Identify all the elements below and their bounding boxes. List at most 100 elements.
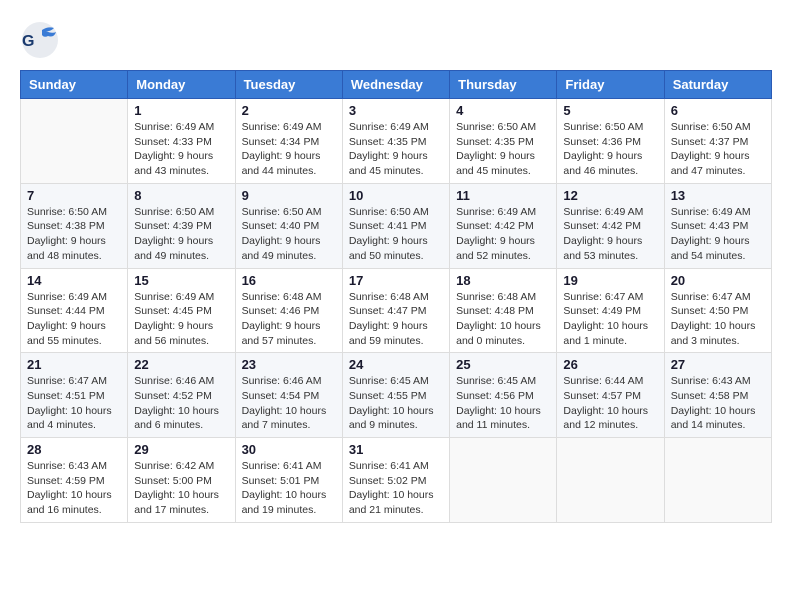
calendar-cell: 24 Sunrise: 6:45 AMSunset: 4:55 PMDayligh… — [342, 353, 449, 438]
day-info: Sunrise: 6:46 AMSunset: 4:52 PMDaylight:… — [134, 374, 228, 433]
day-number: 11 — [456, 188, 550, 203]
calendar-week-row: 7Sunrise: 6:50 AMSunset: 4:38 PMDaylight… — [21, 183, 772, 268]
day-number: 12 — [563, 188, 657, 203]
day-number: 5 — [563, 103, 657, 118]
calendar-week-row: 21 Sunrise: 6:47 AMSunset: 4:51 PMDayligh… — [21, 353, 772, 438]
calendar-cell: 19 Sunrise: 6:47 AMSunset: 4:49 PMDayligh… — [557, 268, 664, 353]
calendar-cell: 18 Sunrise: 6:48 AMSunset: 4:48 PMDayligh… — [450, 268, 557, 353]
calendar-cell: 23 Sunrise: 6:46 AMSunset: 4:54 PMDayligh… — [235, 353, 342, 438]
page-header: G — [20, 20, 772, 60]
day-info: Sunrise: 6:50 AMSunset: 4:40 PMDaylight:… — [242, 205, 336, 264]
calendar-cell: 9 Sunrise: 6:50 AMSunset: 4:40 PMDaylight… — [235, 183, 342, 268]
day-number: 23 — [242, 357, 336, 372]
calendar-cell: 20 Sunrise: 6:47 AMSunset: 4:50 PMDayligh… — [664, 268, 771, 353]
day-info: Sunrise: 6:48 AMSunset: 4:46 PMDaylight:… — [242, 290, 336, 349]
calendar-cell: 27 Sunrise: 6:43 AMSunset: 4:58 PMDayligh… — [664, 353, 771, 438]
day-info: Sunrise: 6:49 AMSunset: 4:34 PMDaylight:… — [242, 120, 336, 179]
day-number: 31 — [349, 442, 443, 457]
day-number: 25 — [456, 357, 550, 372]
day-number: 10 — [349, 188, 443, 203]
day-info: Sunrise: 6:49 AMSunset: 4:35 PMDaylight:… — [349, 120, 443, 179]
calendar-cell: 1 Sunrise: 6:49 AMSunset: 4:33 PMDaylight… — [128, 99, 235, 184]
day-info: Sunrise: 6:49 AMSunset: 4:42 PMDaylight:… — [456, 205, 550, 264]
calendar-cell: 21 Sunrise: 6:47 AMSunset: 4:51 PMDayligh… — [21, 353, 128, 438]
day-info: Sunrise: 6:46 AMSunset: 4:54 PMDaylight:… — [242, 374, 336, 433]
calendar-cell: 2 Sunrise: 6:49 AMSunset: 4:34 PMDaylight… — [235, 99, 342, 184]
day-number: 13 — [671, 188, 765, 203]
day-number: 22 — [134, 357, 228, 372]
calendar-cell: 4Sunrise: 6:50 AMSunset: 4:35 PMDaylight… — [450, 99, 557, 184]
calendar-cell — [21, 99, 128, 184]
calendar-cell — [664, 438, 771, 523]
day-info: Sunrise: 6:42 AMSunset: 5:00 PMDaylight:… — [134, 459, 228, 518]
logo: G — [20, 20, 64, 60]
day-number: 30 — [242, 442, 336, 457]
day-info: Sunrise: 6:43 AMSunset: 4:59 PMDaylight:… — [27, 459, 121, 518]
day-info: Sunrise: 6:50 AMSunset: 4:39 PMDaylight:… — [134, 205, 228, 264]
svg-text:G: G — [22, 33, 34, 50]
calendar-week-row: 1 Sunrise: 6:49 AMSunset: 4:33 PMDaylight… — [21, 99, 772, 184]
day-info: Sunrise: 6:43 AMSunset: 4:58 PMDaylight:… — [671, 374, 765, 433]
day-info: Sunrise: 6:47 AMSunset: 4:50 PMDaylight:… — [671, 290, 765, 349]
weekday-header-thursday: Thursday — [450, 71, 557, 99]
weekday-header-tuesday: Tuesday — [235, 71, 342, 99]
day-info: Sunrise: 6:48 AMSunset: 4:47 PMDaylight:… — [349, 290, 443, 349]
calendar-cell: 11 Sunrise: 6:49 AMSunset: 4:42 PMDayligh… — [450, 183, 557, 268]
day-number: 3 — [349, 103, 443, 118]
day-number: 16 — [242, 273, 336, 288]
calendar-cell — [557, 438, 664, 523]
day-number: 19 — [563, 273, 657, 288]
calendar-cell: 13 Sunrise: 6:49 AMSunset: 4:43 PMDayligh… — [664, 183, 771, 268]
calendar-cell: 5Sunrise: 6:50 AMSunset: 4:36 PMDaylight… — [557, 99, 664, 184]
calendar-cell: 28 Sunrise: 6:43 AMSunset: 4:59 PMDayligh… — [21, 438, 128, 523]
day-number: 24 — [349, 357, 443, 372]
day-number: 20 — [671, 273, 765, 288]
day-number: 27 — [671, 357, 765, 372]
day-number: 7 — [27, 188, 121, 203]
day-info: Sunrise: 6:44 AMSunset: 4:57 PMDaylight:… — [563, 374, 657, 433]
calendar-cell: 30 Sunrise: 6:41 AMSunset: 5:01 PMDayligh… — [235, 438, 342, 523]
weekday-header-saturday: Saturday — [664, 71, 771, 99]
calendar-cell — [450, 438, 557, 523]
day-number: 28 — [27, 442, 121, 457]
day-number: 15 — [134, 273, 228, 288]
calendar-header-row: SundayMondayTuesdayWednesdayThursdayFrid… — [21, 71, 772, 99]
day-info: Sunrise: 6:49 AMSunset: 4:42 PMDaylight:… — [563, 205, 657, 264]
day-info: Sunrise: 6:49 AMSunset: 4:33 PMDaylight:… — [134, 120, 228, 179]
calendar-cell: 14Sunrise: 6:49 AMSunset: 4:44 PMDayligh… — [21, 268, 128, 353]
day-number: 14 — [27, 273, 121, 288]
calendar-cell: 29 Sunrise: 6:42 AMSunset: 5:00 PMDayligh… — [128, 438, 235, 523]
day-number: 1 — [134, 103, 228, 118]
calendar-cell: 10 Sunrise: 6:50 AMSunset: 4:41 PMDayligh… — [342, 183, 449, 268]
calendar-cell: 26 Sunrise: 6:44 AMSunset: 4:57 PMDayligh… — [557, 353, 664, 438]
calendar-cell: 12 Sunrise: 6:49 AMSunset: 4:42 PMDayligh… — [557, 183, 664, 268]
day-info: Sunrise: 6:47 AMSunset: 4:51 PMDaylight:… — [27, 374, 121, 433]
day-info: Sunrise: 6:48 AMSunset: 4:48 PMDaylight:… — [456, 290, 550, 349]
day-number: 17 — [349, 273, 443, 288]
day-number: 9 — [242, 188, 336, 203]
day-info: Sunrise: 6:41 AMSunset: 5:01 PMDaylight:… — [242, 459, 336, 518]
logo-icon: G — [20, 20, 60, 60]
calendar-week-row: 14Sunrise: 6:49 AMSunset: 4:44 PMDayligh… — [21, 268, 772, 353]
calendar-cell: 15Sunrise: 6:49 AMSunset: 4:45 PMDayligh… — [128, 268, 235, 353]
calendar-cell: 31 Sunrise: 6:41 AMSunset: 5:02 PMDayligh… — [342, 438, 449, 523]
day-number: 29 — [134, 442, 228, 457]
calendar-cell: 7Sunrise: 6:50 AMSunset: 4:38 PMDaylight… — [21, 183, 128, 268]
weekday-header-wednesday: Wednesday — [342, 71, 449, 99]
day-info: Sunrise: 6:45 AMSunset: 4:55 PMDaylight:… — [349, 374, 443, 433]
day-number: 18 — [456, 273, 550, 288]
weekday-header-sunday: Sunday — [21, 71, 128, 99]
day-info: Sunrise: 6:50 AMSunset: 4:35 PMDaylight:… — [456, 120, 550, 179]
calendar-cell: 17 Sunrise: 6:48 AMSunset: 4:47 PMDayligh… — [342, 268, 449, 353]
day-number: 21 — [27, 357, 121, 372]
day-info: Sunrise: 6:49 AMSunset: 4:43 PMDaylight:… — [671, 205, 765, 264]
day-number: 2 — [242, 103, 336, 118]
day-number: 26 — [563, 357, 657, 372]
calendar-cell: 3 Sunrise: 6:49 AMSunset: 4:35 PMDaylight… — [342, 99, 449, 184]
day-number: 8 — [134, 188, 228, 203]
day-info: Sunrise: 6:41 AMSunset: 5:02 PMDaylight:… — [349, 459, 443, 518]
weekday-header-friday: Friday — [557, 71, 664, 99]
calendar-table: SundayMondayTuesdayWednesdayThursdayFrid… — [20, 70, 772, 523]
day-info: Sunrise: 6:47 AMSunset: 4:49 PMDaylight:… — [563, 290, 657, 349]
day-info: Sunrise: 6:50 AMSunset: 4:41 PMDaylight:… — [349, 205, 443, 264]
